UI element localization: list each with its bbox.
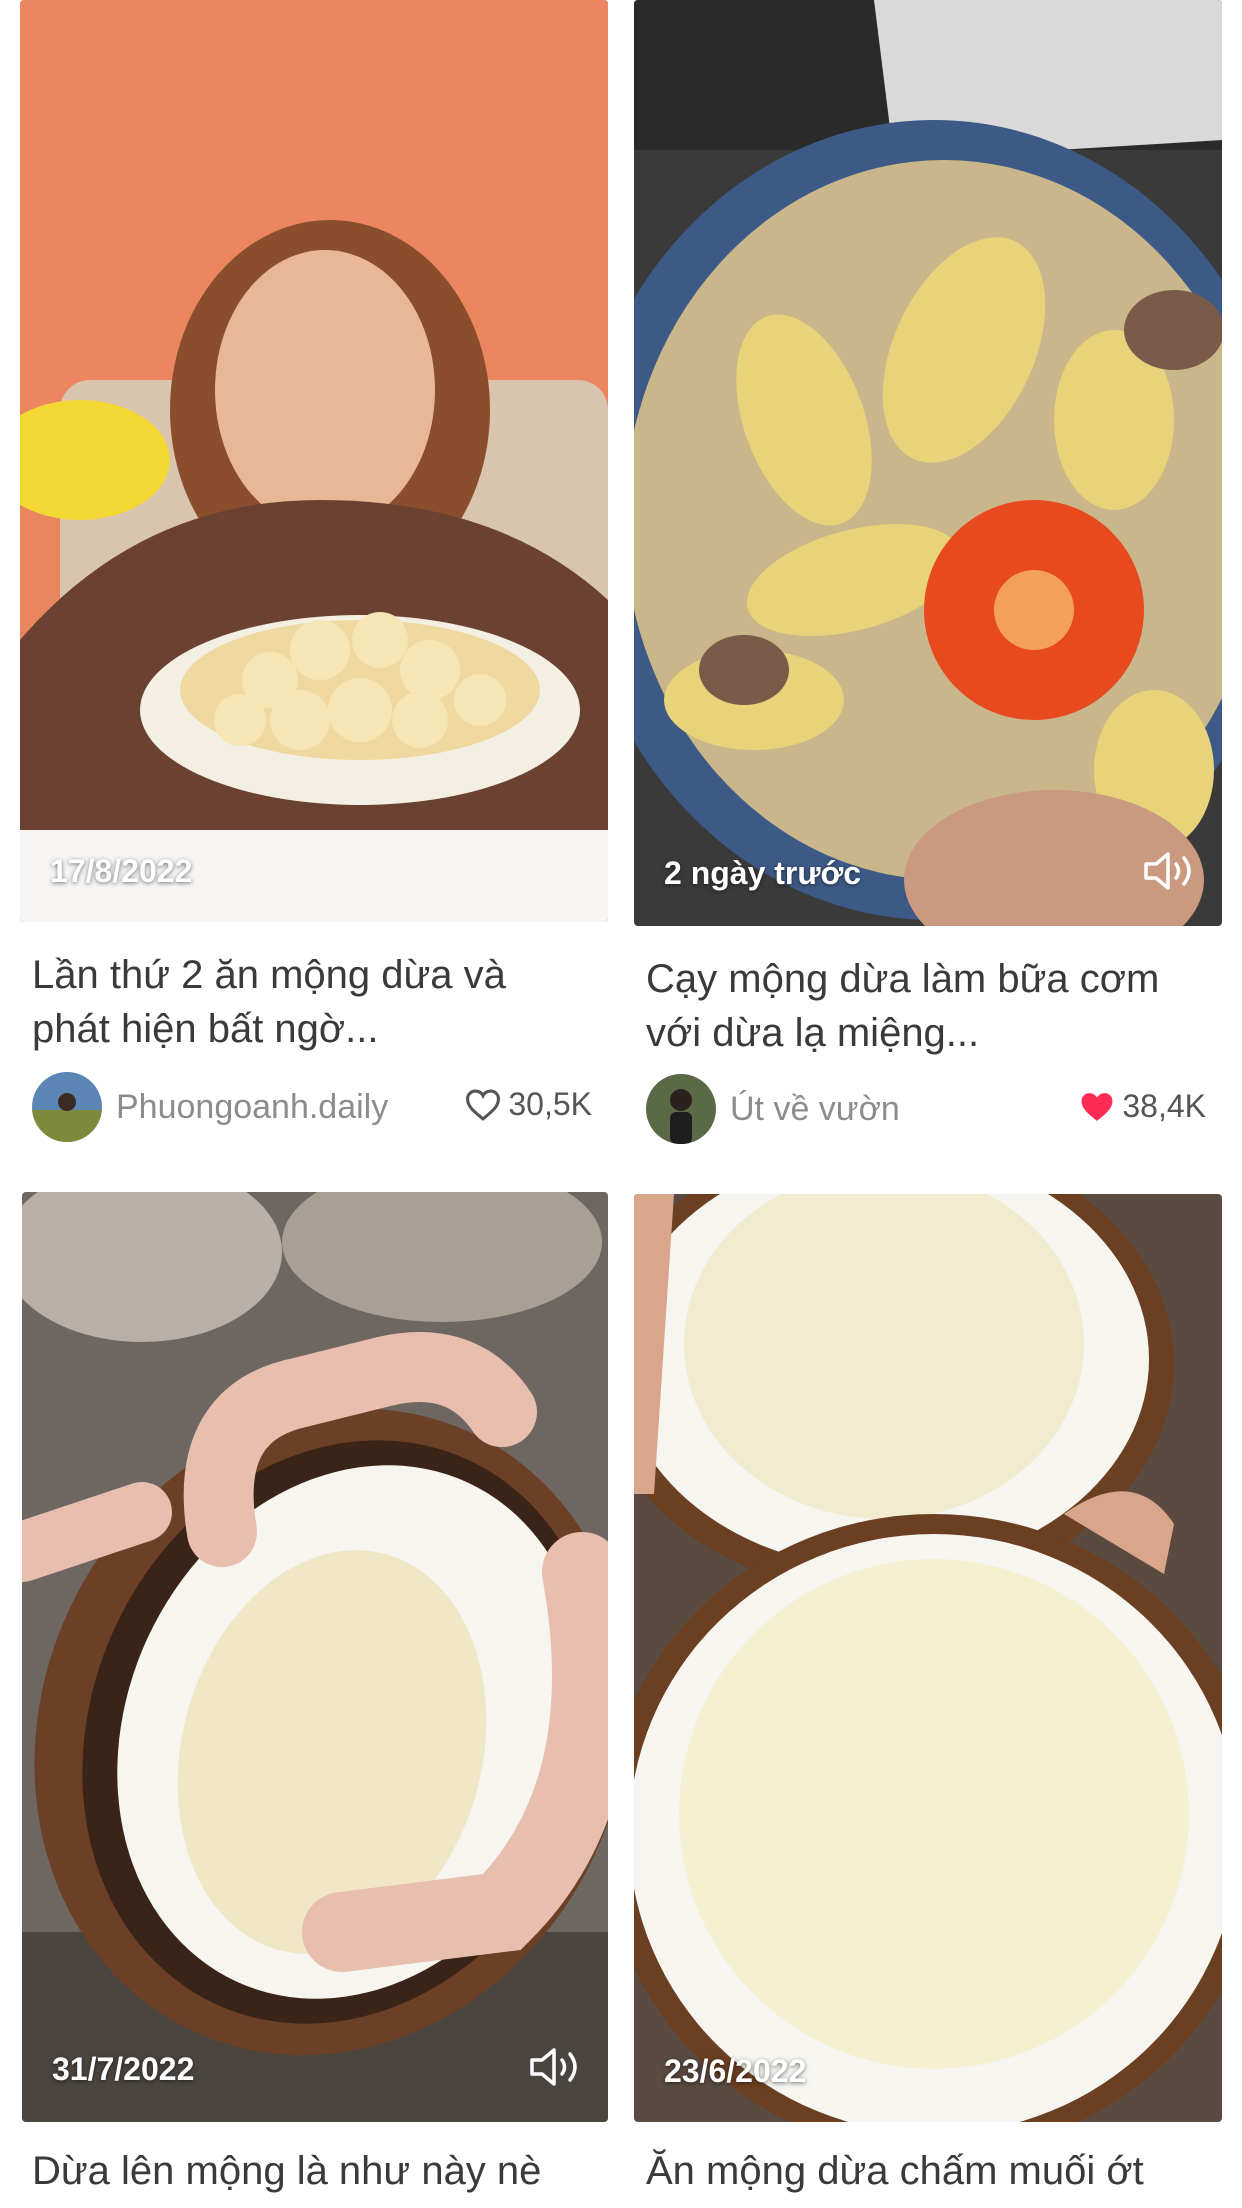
video-thumbnail[interactable]: 17/8/2022 xyxy=(20,0,608,922)
video-title[interactable]: Ăn mộng dừa chấm muối ớt xyxy=(646,2144,1206,2198)
avatar-image xyxy=(32,1072,102,1142)
author-avatar[interactable] xyxy=(32,1072,102,1142)
thumbnail-image-coconut-sprout xyxy=(22,1192,608,2122)
video-title-line: phát hiện bất ngờ... xyxy=(32,1007,379,1051)
like-count[interactable]: 30,5K xyxy=(464,1086,592,1123)
video-title[interactable]: Cạy mộng dừa làm bữa cơm với dừa lạ miện… xyxy=(646,952,1206,1060)
video-title[interactable]: Dừa lên mộng là như này nè xyxy=(32,2144,592,2198)
thumbnail-image-two-coconut-sprouts xyxy=(634,1194,1222,2122)
video-meta: Út về vườn 38,4K xyxy=(646,1074,1206,1144)
author-name[interactable]: Phuongoanh.daily xyxy=(116,1088,388,1127)
video-thumbnail[interactable]: 23/6/2022 xyxy=(634,1194,1222,2122)
avatar-image xyxy=(646,1074,716,1144)
video-card[interactable]: 23/6/2022 Ăn mộng dừa chấm muối ớt xyxy=(634,1194,1222,2193)
video-feed-grid: 17/8/2022 Lần thứ 2 ăn mộng dừa và phát … xyxy=(0,0,1242,2208)
video-card[interactable]: 31/7/2022 Dừa lên mộng là như này nè xyxy=(22,1192,608,2193)
video-title-line: Lần thứ 2 ăn mộng dừa và xyxy=(32,953,506,997)
video-date: 23/6/2022 xyxy=(664,2053,807,2089)
video-thumbnail[interactable]: 2 ngày trước xyxy=(634,0,1222,926)
like-count-value: 30,5K xyxy=(508,1086,592,1122)
video-date: 17/8/2022 xyxy=(50,853,193,889)
video-card[interactable]: 17/8/2022 Lần thứ 2 ăn mộng dừa và phát … xyxy=(20,0,608,1142)
video-date: 31/7/2022 xyxy=(52,2051,195,2087)
sound-on-icon[interactable] xyxy=(528,2046,584,2088)
video-card[interactable]: 2 ngày trước Cạy mộng dừa làm bữa cơm vớ… xyxy=(634,0,1222,1144)
video-title-line: Cạy mộng dừa làm bữa cơm xyxy=(646,957,1160,1001)
video-meta: Phuongoanh.daily 30,5K xyxy=(32,1072,592,1142)
video-title[interactable]: Lần thứ 2 ăn mộng dừa và phát hiện bất n… xyxy=(32,948,592,1056)
author-name[interactable]: Út về vườn xyxy=(730,1090,900,1129)
sound-on-icon[interactable] xyxy=(1142,850,1198,892)
thumbnail-image-woman-with-coconut-sprouts xyxy=(20,0,608,922)
video-title-line: Dừa lên mộng là như này nè xyxy=(32,2149,542,2193)
heart-filled-icon xyxy=(1081,1092,1113,1121)
video-thumbnail[interactable]: 31/7/2022 xyxy=(22,1192,608,2122)
like-count-value: 38,4K xyxy=(1122,1088,1206,1124)
heart-outline-icon xyxy=(466,1089,501,1121)
video-title-line: với dừa lạ miệng... xyxy=(646,1011,980,1055)
thumbnail-image-stir-fry-dish xyxy=(634,0,1222,926)
video-date: 2 ngày trước xyxy=(664,855,862,891)
author-avatar[interactable] xyxy=(646,1074,716,1144)
video-title-line: Ăn mộng dừa chấm muối ớt xyxy=(646,2149,1144,2193)
like-count[interactable]: 38,4K xyxy=(1078,1088,1206,1125)
